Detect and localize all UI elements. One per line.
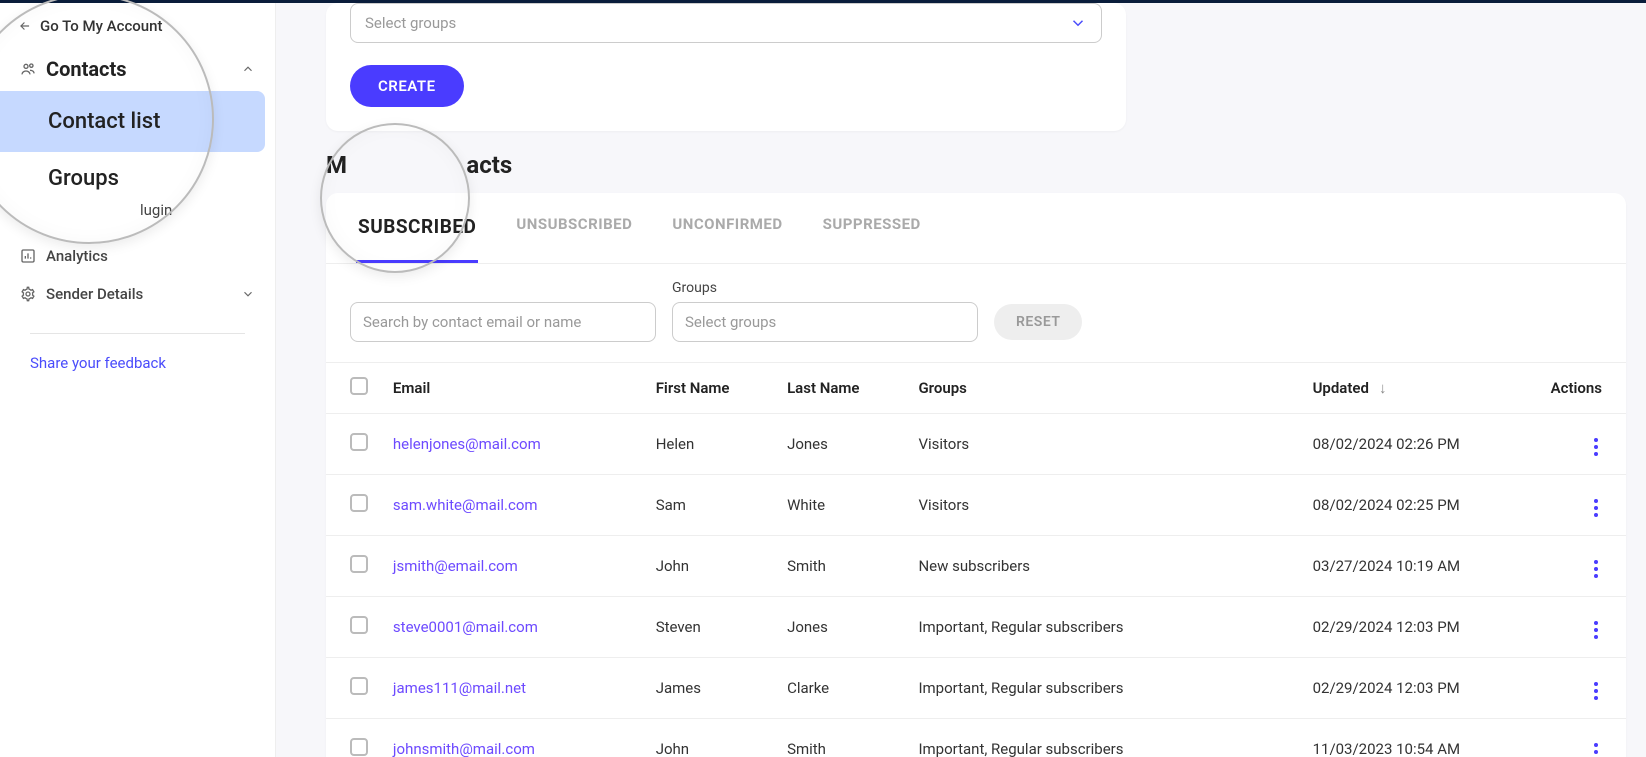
nav-analytics-label: Analytics — [46, 247, 108, 265]
nav-groups-label: Groups — [48, 166, 119, 191]
row-actions-menu[interactable] — [1590, 556, 1602, 582]
nav-contact-list-label: Contact list — [48, 109, 160, 134]
page-title: Manage contacts — [326, 151, 1626, 179]
cell-updated: 03/27/2024 10:19 AM — [1303, 536, 1533, 597]
select-all-checkbox[interactable] — [350, 377, 368, 395]
search-input[interactable] — [350, 302, 656, 342]
nav-sender-details-label: Sender Details — [46, 285, 143, 303]
row-checkbox[interactable] — [350, 738, 368, 756]
th-groups[interactable]: Groups — [908, 363, 1302, 414]
cell-groups: Important, Regular subscribers — [908, 597, 1302, 658]
cell-updated: 02/29/2024 12:03 PM — [1303, 597, 1533, 658]
th-actions: Actions — [1533, 363, 1627, 414]
sort-desc-icon: ↓ — [1379, 379, 1387, 397]
create-groups-select[interactable]: Select groups — [350, 3, 1102, 43]
contact-email-link[interactable]: jsmith@email.com — [393, 557, 518, 575]
tab-unconfirmed[interactable]: UNCONFIRMED — [670, 193, 784, 263]
status-tabs: SUBSCRIBED UNSUBSCRIBED UNCONFIRMED SUPP… — [326, 193, 1626, 264]
contact-email-link[interactable]: steve0001@mail.com — [393, 618, 538, 636]
th-updated[interactable]: Updated↓ — [1303, 363, 1533, 414]
table-row: helenjones@mail.com HelenJonesVisitors08/… — [326, 414, 1626, 475]
create-groups-placeholder: Select groups — [365, 14, 456, 32]
row-actions-menu[interactable] — [1590, 739, 1602, 757]
reset-button[interactable]: RESET — [994, 304, 1082, 340]
contact-email-link[interactable]: sam.white@mail.com — [393, 496, 538, 514]
go-to-account-link[interactable]: Go To My Account — [0, 17, 275, 47]
chevron-up-icon — [241, 62, 255, 76]
row-actions-menu[interactable] — [1590, 678, 1602, 704]
row-checkbox[interactable] — [350, 555, 368, 573]
row-actions-menu[interactable] — [1590, 617, 1602, 643]
row-checkbox[interactable] — [350, 433, 368, 451]
nav-groups[interactable]: Groups — [0, 152, 275, 205]
table-row: sam.white@mail.com SamWhiteVisitors08/02/… — [326, 475, 1626, 536]
nav-analytics[interactable]: Analytics — [0, 237, 275, 275]
tab-unsubscribed[interactable]: UNSUBSCRIBED — [514, 193, 634, 263]
cell-updated: 11/03/2023 10:54 AM — [1303, 719, 1533, 757]
table-row: jsmith@email.com JohnSmithNew subscribers… — [326, 536, 1626, 597]
cell-groups: Visitors — [908, 475, 1302, 536]
nav-contacts-label: Contacts — [46, 57, 127, 81]
contact-email-link[interactable]: james111@mail.net — [393, 679, 526, 697]
cell-last-name: Clarke — [777, 658, 908, 719]
row-actions-menu[interactable] — [1590, 495, 1602, 521]
cell-updated: 02/29/2024 12:03 PM — [1303, 658, 1533, 719]
nav-contacts[interactable]: Contacts — [0, 47, 275, 91]
groups-filter-select[interactable] — [672, 302, 978, 342]
table-row: johnsmith@mail.com JohnSmithImportant, Re… — [326, 719, 1626, 757]
cell-updated: 08/02/2024 02:26 PM — [1303, 414, 1533, 475]
create-button[interactable]: CREATE — [350, 65, 464, 107]
tab-suppressed[interactable]: SUPPRESSED — [821, 193, 923, 263]
th-email[interactable]: Email — [383, 363, 646, 414]
th-last-name[interactable]: Last Name — [777, 363, 908, 414]
share-feedback-link[interactable]: Share your feedback — [0, 354, 275, 372]
feedback-label: Share your feedback — [30, 354, 166, 372]
table-row: steve0001@mail.com StevenJonesImportant, … — [326, 597, 1626, 658]
back-link-label: Go To My Account — [40, 17, 162, 35]
row-actions-menu[interactable] — [1590, 434, 1602, 460]
cell-first-name: John — [646, 719, 777, 757]
nav-sender-details[interactable]: Sender Details — [0, 275, 275, 313]
contact-email-link[interactable]: helenjones@mail.com — [393, 435, 541, 453]
cell-last-name: Smith — [777, 536, 908, 597]
plugin-fragment-text: lugin — [0, 201, 275, 219]
cell-last-name: Jones — [777, 597, 908, 658]
contacts-table: Email First Name Last Name Groups Update… — [326, 362, 1626, 757]
cell-first-name: John — [646, 536, 777, 597]
row-checkbox[interactable] — [350, 494, 368, 512]
th-first-name[interactable]: First Name — [646, 363, 777, 414]
contacts-table-card: SUBSCRIBED UNSUBSCRIBED UNCONFIRMED SUPP… — [326, 193, 1626, 757]
cell-first-name: James — [646, 658, 777, 719]
cell-last-name: White — [777, 475, 908, 536]
cell-groups: Important, Regular subscribers — [908, 658, 1302, 719]
chart-icon — [20, 248, 36, 264]
cell-updated: 08/02/2024 02:25 PM — [1303, 475, 1533, 536]
cell-groups: New subscribers — [908, 536, 1302, 597]
chevron-down-icon — [1069, 14, 1087, 32]
table-row: james111@mail.net JamesClarkeImportant, R… — [326, 658, 1626, 719]
cell-first-name: Helen — [646, 414, 777, 475]
cell-first-name: Sam — [646, 475, 777, 536]
gear-icon — [20, 286, 36, 302]
contact-email-link[interactable]: johnsmith@mail.com — [393, 740, 535, 757]
chevron-down-icon — [241, 287, 255, 301]
row-checkbox[interactable] — [350, 677, 368, 695]
divider — [30, 333, 245, 334]
create-contact-panel: Select groups CREATE — [326, 3, 1126, 131]
row-checkbox[interactable] — [350, 616, 368, 634]
users-icon — [20, 61, 36, 77]
cell-first-name: Steven — [646, 597, 777, 658]
cell-groups: Visitors — [908, 414, 1302, 475]
arrow-left-icon — [18, 19, 32, 33]
cell-last-name: Jones — [777, 414, 908, 475]
nav-contact-list[interactable]: Contact list — [0, 91, 265, 152]
groups-filter-label: Groups — [672, 280, 978, 296]
cell-groups: Important, Regular subscribers — [908, 719, 1302, 757]
tab-subscribed[interactable]: SUBSCRIBED — [356, 193, 478, 263]
create-button-label: CREATE — [378, 77, 436, 95]
cell-last-name: Smith — [777, 719, 908, 757]
reset-button-label: RESET — [1016, 314, 1060, 330]
